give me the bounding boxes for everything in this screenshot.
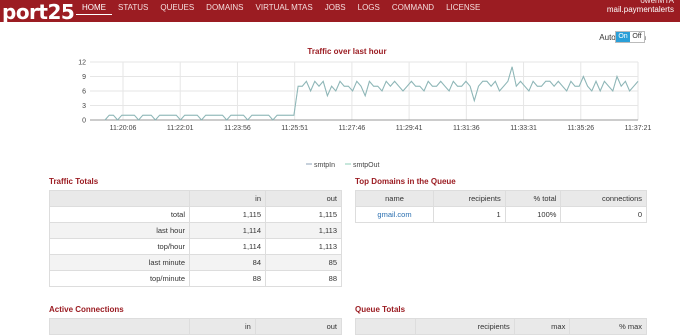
user-line-1: owerMTA: [640, 0, 674, 5]
row-label: last hour: [49, 222, 190, 239]
nav-item-queues[interactable]: QUEUES: [154, 0, 200, 15]
auto-refresh-toggle[interactable]: On Off: [615, 31, 645, 43]
y-tick-label: 9: [82, 74, 86, 81]
x-tick-label: 11:33:31: [510, 125, 537, 132]
col-header-pct-max: % max: [569, 318, 647, 335]
x-tick-label: 11:20:06: [110, 125, 137, 132]
chart-title: Traffic over last hour: [307, 47, 386, 56]
top-navbar: port25 HOME STATUS QUEUES DOMAINS VIRTUAL MT…: [0, 0, 680, 23]
legend-smtpout[interactable]: smtpOut: [353, 162, 380, 169]
x-tick-label: 11:23:56: [224, 125, 251, 132]
brand-logo[interactable]: port25: [2, 1, 75, 23]
table-row: total 1,115 1,115: [49, 206, 342, 223]
legend-smtpin[interactable]: smtpIn: [314, 162, 335, 169]
cell: 100%: [504, 206, 562, 223]
queue-totals-table: recipients max % max: [355, 318, 647, 335]
chart-grid: [90, 61, 639, 121]
nav-item-command[interactable]: COMMAND: [386, 0, 440, 15]
x-tick-label: 11:22:01: [167, 125, 194, 132]
table-row: top/hour 1,114 1,113: [49, 238, 342, 255]
col-header-connections: connections: [560, 190, 647, 207]
series-line-smtpout: [104, 66, 639, 121]
domain-link[interactable]: gmail.com: [355, 206, 434, 223]
x-tick-label: 11:27:46: [339, 125, 366, 132]
row-label: last minute: [49, 254, 190, 271]
row-label: top/hour: [49, 238, 190, 255]
cell: 1,113: [265, 222, 342, 239]
y-tick-label: 3: [82, 103, 86, 110]
y-tick-label: 0: [82, 118, 86, 125]
toggle-off[interactable]: Off: [630, 32, 644, 42]
table-row: last hour 1,114 1,113: [49, 222, 342, 239]
top-domains-title: Top Domains in the Queue: [355, 177, 456, 186]
cell: 1,114: [189, 238, 266, 255]
table-row: last minute 84 85: [49, 254, 342, 271]
cell: 1: [433, 206, 506, 223]
active-connections-table: in out: [49, 318, 343, 335]
cell: 88: [189, 270, 266, 287]
chart-legend[interactable]: smtpIn smtpOut: [306, 162, 380, 169]
col-header-pct-total: % total: [504, 190, 562, 207]
cell: 0: [560, 206, 647, 223]
x-tick-label: 11:25:51: [281, 125, 308, 132]
y-axis: 12 9 6 3 0: [78, 60, 86, 125]
row-label: top/minute: [49, 270, 190, 287]
y-tick-label: 6: [82, 89, 86, 96]
cell: 85: [265, 254, 342, 271]
cell: 1,115: [189, 206, 266, 223]
x-axis: 11:20:06 11:22:01 11:23:56 11:25:51 11:27:46…: [110, 125, 652, 132]
top-domains-table: name recipients % total connections gmai…: [355, 190, 647, 223]
col-header-in: in: [189, 190, 266, 207]
x-tick-label: 11:37:21: [625, 125, 652, 132]
toggle-on[interactable]: On: [616, 32, 630, 42]
x-tick-label: 11:31:36: [453, 125, 480, 132]
active-connections-title: Active Connections: [49, 305, 124, 314]
col-header: [355, 318, 416, 335]
user-line-2: mail.paymentalerts: [606, 5, 674, 14]
col-header-max: max: [513, 318, 571, 335]
nav-item-virtual-mtas[interactable]: VIRTUAL MTAS: [250, 0, 319, 15]
user-info: owerMTA mail.paymentalerts: [604, 0, 674, 14]
nav-item-status[interactable]: STATUS: [112, 0, 154, 15]
queue-totals-title: Queue Totals: [355, 305, 406, 314]
col-header: [49, 190, 190, 207]
col-header-recipients: recipients: [433, 190, 506, 207]
traffic-totals-table: in out total 1,115 1,115 last hour 1,114 1,11…: [49, 190, 342, 287]
cell: 88: [265, 270, 342, 287]
nav-item-home[interactable]: HOME: [76, 0, 112, 15]
table-row: gmail.com 1 100% 0: [355, 206, 647, 223]
nav-item-domains[interactable]: DOMAINS: [200, 0, 249, 15]
col-header: [49, 318, 190, 335]
row-label: total: [49, 206, 190, 223]
cell: 1,114: [189, 222, 266, 239]
nav-item-license[interactable]: LICENSE: [440, 0, 486, 15]
nav-item-jobs[interactable]: JOBS: [319, 0, 352, 15]
cell: 1,113: [265, 238, 342, 255]
x-tick-label: 11:29:41: [396, 125, 423, 132]
cell: 84: [189, 254, 266, 271]
col-header-out: out: [265, 190, 342, 207]
traffic-chart: Traffic over last hour 129630 11:20:06 11…: [78, 47, 652, 169]
col-header-out: out: [254, 318, 343, 335]
main-nav: HOME STATUS QUEUES DOMAINS VIRTUAL MTAS JOBS L…: [76, 0, 486, 22]
nav-item-logs[interactable]: LOGS: [352, 0, 386, 15]
x-tick-label: 11:35:26: [567, 125, 594, 132]
series-line-smtpin: [104, 66, 639, 121]
col-header-name: name: [355, 190, 434, 207]
traffic-totals-title: Traffic Totals: [49, 177, 99, 186]
y-tick-label: 12: [78, 60, 86, 67]
cell: 1,115: [265, 206, 342, 223]
col-header-recipients: recipients: [415, 318, 515, 335]
table-row: top/minute 88 88: [49, 270, 342, 287]
col-header-in: in: [189, 318, 256, 335]
